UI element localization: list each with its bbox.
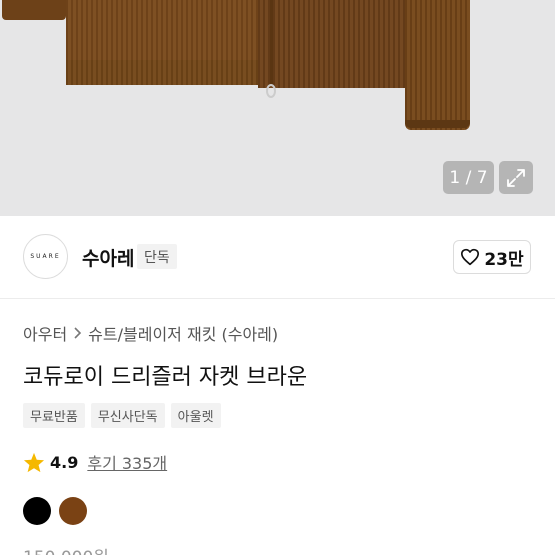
tag-musinsa-exclusive: 무신사단독 [90, 403, 165, 428]
tag-free-return: 무료반품 [23, 403, 85, 428]
product-image-gallery[interactable]: 1 / 7 [0, 0, 555, 216]
reviews-link[interactable]: 후기 335개 [87, 450, 167, 474]
expand-image-button[interactable] [499, 161, 533, 194]
heart-outline-icon [461, 248, 480, 266]
zipper-pull [266, 84, 276, 98]
jacket-sleeve-right [405, 0, 470, 130]
rating-row: 4.9 후기 335개 [23, 450, 167, 474]
jacket-front-panel [258, 0, 413, 88]
product-tags: 무료반품 무신사단독 아울렛 [23, 403, 221, 428]
color-swatch-black[interactable] [23, 497, 51, 525]
image-counter: 1 / 7 [443, 161, 494, 194]
like-count: 23만 [484, 249, 524, 270]
breadcrumb-category[interactable]: 아우터 [23, 321, 67, 345]
breadcrumb: 아우터 슈트/블레이저 재킷 (수아레) [23, 321, 278, 345]
product-title: 코듀로이 드리즐러 자켓 브라운 [23, 365, 308, 390]
brand-logo[interactable]: SUARE [23, 234, 68, 279]
jacket-cuff [405, 120, 470, 128]
exclusive-badge: 단독 [137, 244, 177, 269]
like-button[interactable]: 23만 [453, 240, 531, 274]
chevron-right-icon [74, 327, 82, 339]
tag-outlet: 아울렛 [170, 403, 221, 428]
brand-name[interactable]: 수아레 [82, 244, 134, 271]
breadcrumb-subcategory[interactable]: 슈트/블레이저 재킷 (수아레) [88, 321, 278, 345]
brand-row: SUARE 수아레 단독 23만 [0, 216, 555, 299]
expand-arrows-icon [507, 168, 525, 187]
jacket-waistband [66, 60, 266, 85]
color-swatch-brown[interactable] [59, 497, 87, 525]
jacket-zipper [270, 0, 273, 86]
price: 150,000원 [23, 543, 109, 555]
color-options [23, 497, 87, 525]
rating-score: 4.9 [50, 452, 79, 472]
jacket-sleeve-left [2, 0, 66, 20]
star-icon [23, 452, 45, 472]
